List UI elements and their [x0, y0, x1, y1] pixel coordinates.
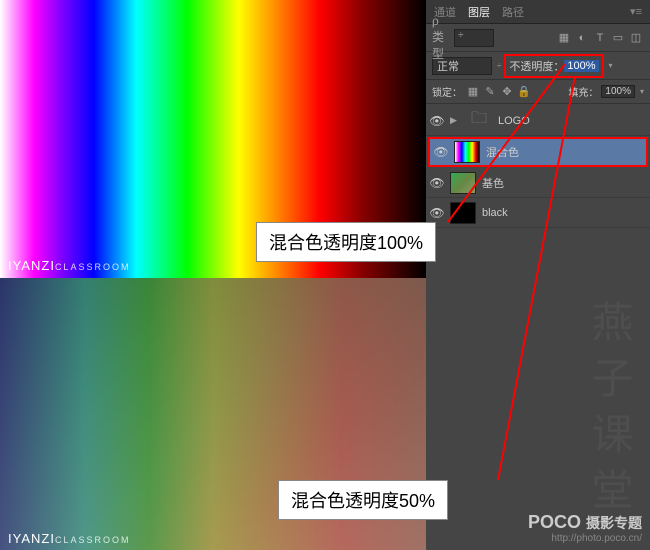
- lock-brush-icon[interactable]: ✎: [483, 85, 497, 99]
- lock-label: 锁定：: [432, 84, 462, 99]
- layer-group-logo[interactable]: 👁 ▶ 🗀 LOGO: [426, 106, 650, 136]
- layer-name[interactable]: 混合色: [486, 144, 519, 160]
- canvas-area: IYANZICLASSROOM IYANZICLASSROOM: [0, 0, 426, 550]
- annotation-opacity-50: 混合色透明度50%: [278, 480, 448, 520]
- tab-layers[interactable]: 图层: [468, 4, 490, 20]
- opacity-value-input[interactable]: 100%: [564, 60, 598, 72]
- filter-adjust-icon[interactable]: ◐: [574, 30, 590, 46]
- layer-filter-row: ρ 类型 ÷ ▦ ◐ T ▭ ◫: [426, 24, 650, 52]
- layer-mix-color[interactable]: 👁 混合色: [428, 137, 648, 167]
- layer-black[interactable]: 👁 black: [426, 198, 650, 228]
- lock-position-icon[interactable]: ✥: [500, 85, 514, 99]
- visibility-eye-icon[interactable]: 👁: [430, 206, 444, 220]
- panel-menu-icon[interactable]: ▾≡: [630, 5, 642, 18]
- fill-value-input[interactable]: 100%: [601, 85, 635, 98]
- layer-thumbnail[interactable]: [450, 202, 476, 224]
- opacity-label: 不透明度：: [509, 58, 564, 74]
- watermark-iyanzi-top: IYANZICLASSROOM: [8, 258, 130, 273]
- watermark-iyanzi-bottom: IYANZICLASSROOM: [8, 531, 130, 546]
- panel-tabs: 通道 图层 路径 ▾≡: [426, 0, 650, 24]
- opacity-control-highlight: 不透明度： 100%: [504, 54, 603, 78]
- fill-label: 填充：: [568, 84, 598, 99]
- layer-name[interactable]: 基色: [482, 175, 504, 191]
- annotation-opacity-100: 混合色透明度100%: [256, 222, 436, 262]
- filter-shape-icon[interactable]: ▭: [610, 30, 626, 46]
- visibility-eye-icon[interactable]: 👁: [434, 145, 448, 159]
- filter-type-icon[interactable]: T: [592, 30, 608, 46]
- lock-pixels-icon[interactable]: ▦: [466, 85, 480, 99]
- layer-base-color[interactable]: 👁 基色: [426, 168, 650, 198]
- layer-thumbnail[interactable]: [450, 172, 476, 194]
- filter-smart-icon[interactable]: ◫: [628, 30, 644, 46]
- filter-pixel-icon[interactable]: ▦: [556, 30, 572, 46]
- layer-list: 👁 ▶ 🗀 LOGO 👁 混合色 👁 基色 👁 black: [426, 104, 650, 228]
- folder-icon: 🗀: [466, 110, 492, 132]
- layer-name[interactable]: black: [482, 207, 508, 219]
- chevron-down-icon[interactable]: ▾: [609, 61, 613, 70]
- layer-name[interactable]: LOGO: [498, 115, 530, 127]
- background-watermark: 燕子课堂: [579, 300, 640, 524]
- tab-paths[interactable]: 路径: [502, 4, 524, 20]
- chevron-down-icon[interactable]: ▾: [640, 87, 644, 96]
- chevron-down-icon[interactable]: ÷: [497, 61, 501, 70]
- layer-thumbnail[interactable]: [454, 141, 480, 163]
- poco-watermark: POCO 摄影专题 http://photo.poco.cn/: [528, 512, 642, 544]
- blend-mode-row: 正常 ÷ 不透明度： 100% ▾: [426, 52, 650, 80]
- lock-row: 锁定： ▦ ✎ ✥ 🔒 填充： 100% ▾: [426, 80, 650, 104]
- filter-kind-dropdown[interactable]: ÷: [454, 29, 494, 47]
- visibility-eye-icon[interactable]: 👁: [430, 114, 444, 128]
- folder-collapse-icon[interactable]: ▶: [450, 115, 460, 126]
- filter-kind-label: ρ 类型: [432, 29, 450, 47]
- visibility-eye-icon[interactable]: 👁: [430, 176, 444, 190]
- lock-all-icon[interactable]: 🔒: [517, 85, 531, 99]
